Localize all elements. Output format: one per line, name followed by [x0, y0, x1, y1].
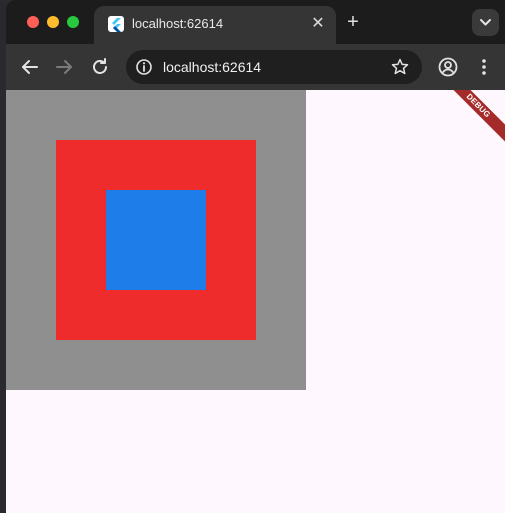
middle-red-box: [56, 140, 256, 340]
forward-button[interactable]: [52, 55, 76, 79]
arrow-right-icon: [56, 60, 72, 74]
profile-button[interactable]: [436, 55, 460, 79]
kebab-menu-icon: [482, 59, 486, 75]
address-bar[interactable]: localhost:62614: [126, 50, 422, 84]
page-content: DEBUG: [6, 90, 505, 513]
chevron-down-icon: [480, 19, 491, 26]
flutter-icon: [108, 16, 124, 32]
star-icon[interactable]: [390, 57, 410, 77]
inner-blue-box: [106, 190, 206, 290]
menu-button[interactable]: [472, 55, 496, 79]
tab-strip: localhost:62614 ✕ +: [6, 0, 505, 44]
tab-search-button[interactable]: [472, 9, 499, 36]
reload-button[interactable]: [88, 55, 112, 79]
debug-banner: DEBUG: [431, 90, 505, 153]
window-minimize-button[interactable]: [47, 16, 59, 28]
profile-icon: [438, 57, 458, 77]
info-icon[interactable]: [135, 58, 153, 76]
browser-window: localhost:62614 ✕ + localhost:62614 DEBU…: [6, 0, 505, 513]
reload-icon: [93, 58, 107, 74]
tab-close-icon[interactable]: ✕: [308, 14, 328, 34]
tab-title: localhost:62614: [132, 16, 224, 31]
window-close-button[interactable]: [27, 16, 39, 28]
arrow-left-icon: [22, 60, 38, 74]
browser-toolbar: localhost:62614: [6, 44, 505, 90]
url-text[interactable]: localhost:62614: [163, 58, 261, 76]
outer-gray-box: [6, 90, 306, 390]
browser-tab[interactable]: localhost:62614 ✕: [94, 6, 336, 44]
window-maximize-button[interactable]: [67, 16, 79, 28]
back-button[interactable]: [18, 55, 42, 79]
new-tab-button[interactable]: +: [342, 11, 364, 33]
